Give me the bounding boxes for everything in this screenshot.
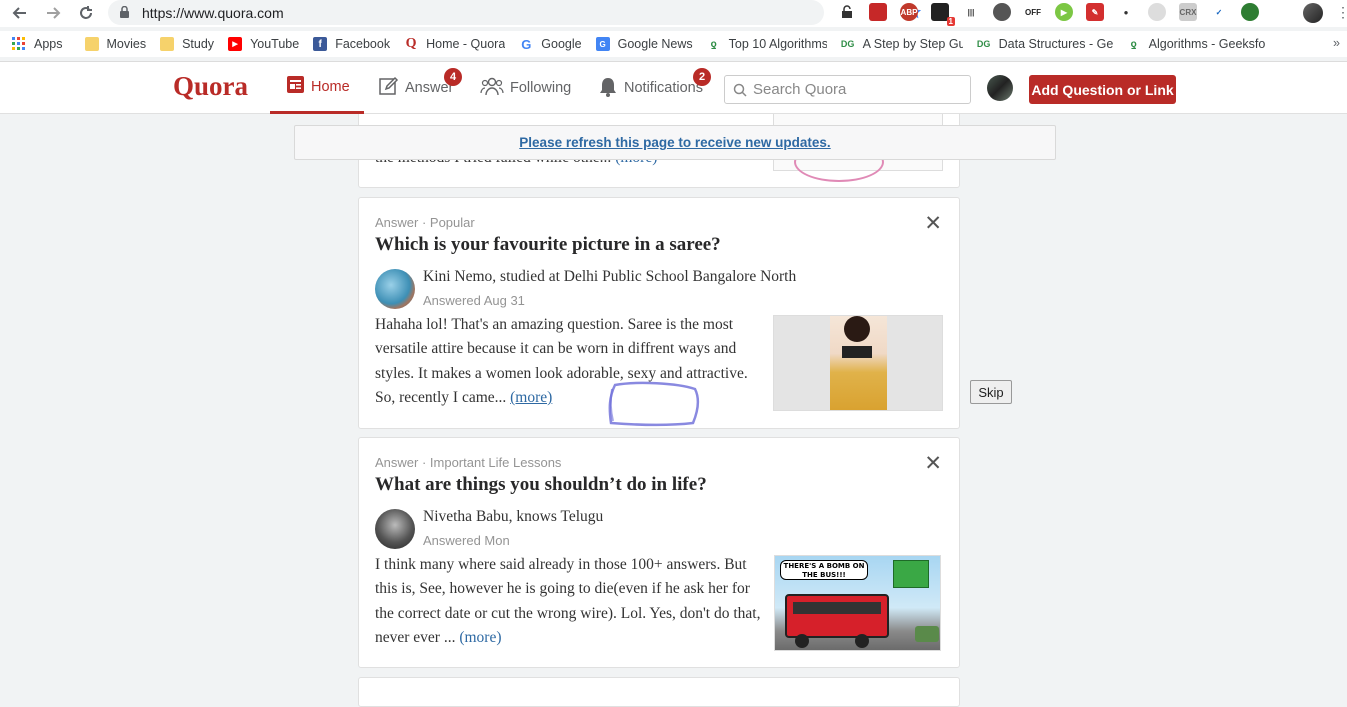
- off-extension-icon[interactable]: OFF: [1024, 3, 1042, 21]
- bulb-extension-icon[interactable]: ●: [1117, 3, 1135, 21]
- bookmark-movies[interactable]: Movies: [84, 37, 146, 51]
- comic-speech-bubble: THERE'S A BOMB ON THE BUS!!!: [780, 560, 868, 580]
- globe-extension-icon[interactable]: [1241, 3, 1259, 21]
- bookmark-youtube[interactable]: ▶ YouTube: [228, 37, 299, 51]
- bookmarks-bar: Apps Movies Study ▶ YouTube f Facebook Q…: [0, 31, 1347, 57]
- bookmark-top10-algorithms[interactable]: ƍ Top 10 Algorithms ar: [707, 37, 827, 51]
- geeksforgeeks-icon: DG: [976, 39, 991, 49]
- answer-image[interactable]: [773, 315, 943, 411]
- question-title[interactable]: Which is your favourite picture in a sar…: [375, 234, 721, 256]
- nav-notifications[interactable]: Notifications: [598, 62, 703, 114]
- circles-extension-icon[interactable]: [993, 3, 1011, 21]
- quora-header: Quora Home Answer 4 Following Notificati…: [0, 61, 1347, 114]
- close-icon[interactable]: ✕: [924, 211, 942, 236]
- forward-icon[interactable]: [42, 2, 64, 24]
- pencil-icon: [379, 76, 399, 100]
- youtube-icon: ▶: [228, 37, 243, 51]
- bookmark-quora[interactable]: Q Home - Quora: [404, 37, 506, 51]
- answer-badge: 4: [444, 68, 462, 86]
- bookmark-data-structures[interactable]: DG Data Structures - Gee: [977, 37, 1113, 51]
- bookmark-google-news[interactable]: G Google News: [595, 37, 693, 51]
- bookmarks-overflow[interactable]: »: [1333, 36, 1340, 50]
- url-text: https://www.quora.com: [142, 4, 284, 21]
- more-link[interactable]: (more): [510, 389, 552, 406]
- quora-logo[interactable]: Quora: [173, 71, 248, 102]
- feed-icon: [286, 75, 305, 98]
- nav-answer[interactable]: Answer: [379, 62, 453, 114]
- add-question-button[interactable]: Add Question or Link: [1029, 75, 1176, 104]
- nav-home[interactable]: Home: [270, 62, 364, 114]
- lock-icon: [120, 6, 129, 18]
- extension-badge-icon[interactable]: 1: [931, 3, 955, 26]
- profile-avatar[interactable]: [1303, 3, 1323, 23]
- bell-icon: [598, 76, 618, 101]
- bookmark-study[interactable]: Study: [160, 37, 214, 51]
- bookmark-algorithms[interactable]: ƍ Algorithms - Geeksfo: [1127, 37, 1267, 51]
- browser-toolbar: https://www.quora.com ABP 1 ||| OFF ▶ ✎ …: [0, 0, 1347, 27]
- author-avatar[interactable]: [375, 269, 415, 309]
- answered-date[interactable]: Answered Aug 31: [423, 293, 525, 308]
- google-icon: G: [521, 37, 532, 51]
- lock-extension-icon[interactable]: [838, 3, 856, 21]
- apps-grid-icon: [12, 37, 26, 51]
- skip-button[interactable]: Skip: [970, 380, 1012, 404]
- author-avatar[interactable]: [375, 509, 415, 549]
- refresh-notice[interactable]: Please refresh this page to receive new …: [294, 125, 1056, 160]
- scribble-annotation: [608, 381, 700, 427]
- gray-extension-icon[interactable]: [1148, 3, 1166, 21]
- user-avatar[interactable]: [987, 75, 1013, 101]
- reload-icon[interactable]: [75, 2, 97, 24]
- answer-body[interactable]: Hahaha lol! That's an amazing question. …: [375, 313, 765, 410]
- author-credential[interactable]: Kini Nemo, studied at Delhi Public Schoo…: [423, 268, 796, 286]
- address-bar[interactable]: https://www.quora.com: [108, 0, 922, 25]
- answer-body[interactable]: I think many where said already in those…: [375, 553, 767, 650]
- menu-dots-icon[interactable]: ⋮: [1336, 4, 1347, 21]
- bookmark-apps[interactable]: Apps: [12, 37, 63, 51]
- geeksforgeeks-icon: DG: [840, 39, 855, 49]
- author-credential[interactable]: Nivetha Babu, knows Telugu: [423, 508, 603, 526]
- answer-card: Answer · Important Life Lessons ✕ What a…: [358, 437, 960, 668]
- search-placeholder: Search Quora: [753, 81, 847, 98]
- extensions-area: ABP 1 ||| OFF ▶ ✎ ● CRX ✓: [838, 3, 1268, 26]
- facebook-icon: f: [313, 37, 328, 51]
- quora-icon: Q: [405, 37, 417, 51]
- tool-extension-icon[interactable]: ✓: [1210, 3, 1228, 21]
- crx-extension-icon[interactable]: CRX: [1179, 3, 1197, 21]
- bookmark-google[interactable]: G Google: [519, 37, 581, 51]
- people-icon: [480, 76, 504, 100]
- close-icon[interactable]: ✕: [924, 451, 942, 476]
- card-meta: Answer · Important Life Lessons: [375, 455, 562, 470]
- nav-following[interactable]: Following: [480, 62, 571, 114]
- pen-extension-icon[interactable]: ✎: [1086, 3, 1104, 21]
- bookmark-step-by-step[interactable]: DG A Step by Step Guide: [841, 37, 963, 51]
- geeksforgeeks-icon: ƍ: [1130, 38, 1137, 50]
- bookmark-facebook[interactable]: f Facebook: [313, 37, 390, 51]
- folder-icon: [84, 37, 99, 51]
- comic-image[interactable]: THERE'S A BOMB ON THE BUS!!!: [774, 555, 941, 651]
- next-answer-card: [358, 677, 960, 707]
- play-extension-icon[interactable]: ▶: [1055, 3, 1073, 21]
- bookmark-extension-icon[interactable]: [869, 3, 887, 21]
- search-input[interactable]: Search Quora: [724, 75, 971, 104]
- equalizer-icon[interactable]: |||: [962, 3, 980, 21]
- folder-icon: [160, 37, 175, 51]
- search-icon: [733, 83, 747, 97]
- question-title[interactable]: What are things you shouldn’t do in life…: [375, 474, 707, 496]
- card-meta: Answer · Popular: [375, 215, 475, 230]
- back-icon[interactable]: [9, 2, 31, 24]
- notifications-badge: 2: [693, 68, 711, 86]
- google-news-icon: G: [595, 37, 610, 51]
- geeksforgeeks-icon: ƍ: [710, 38, 717, 50]
- answered-date[interactable]: Answered Mon: [423, 533, 510, 548]
- more-link[interactable]: (more): [459, 629, 501, 646]
- adblock-icon[interactable]: ABP: [900, 3, 918, 21]
